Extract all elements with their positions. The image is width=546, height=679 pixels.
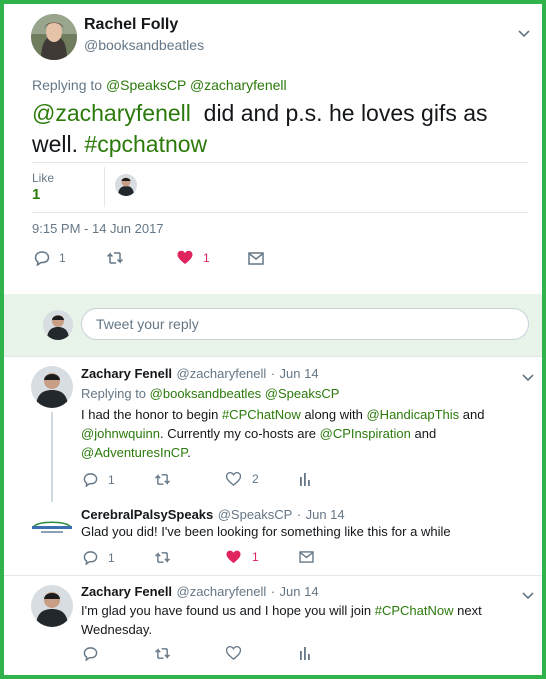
reply-count: 1 <box>59 251 66 265</box>
timestamp[interactable]: 9:15 PM - 14 Jun 2017 <box>32 221 164 236</box>
divider <box>4 356 542 357</box>
reply-icon <box>83 646 98 661</box>
reply-text: Glad you did! I've been looking for some… <box>81 524 451 539</box>
tweet-text: @zacharyfenell did and p.s. he loves gif… <box>32 100 494 157</box>
analytics-button[interactable] <box>299 472 311 486</box>
reply-date[interactable]: Jun 14 <box>306 507 345 522</box>
reply-button[interactable] <box>83 646 98 661</box>
replying-to: Replying to @booksandbeatles @SpeaksCP <box>81 386 340 401</box>
divider <box>104 167 105 207</box>
divider <box>4 575 542 576</box>
thread-connector <box>51 412 53 502</box>
reply-header: Zachary Fenell @zacharyfenell · Jun 14 <box>81 584 319 599</box>
reply-author-name[interactable]: Zachary Fenell <box>81 584 172 599</box>
tweet-detail-panel: Rachel Folly @booksandbeatles Replying t… <box>0 0 546 679</box>
analytics-button[interactable] <box>299 646 311 660</box>
like-count: 2 <box>252 472 259 486</box>
analytics-icon <box>299 646 311 660</box>
reply-icon <box>34 250 50 266</box>
like-button[interactable]: 1 <box>226 550 259 564</box>
like-count: 1 <box>252 550 259 564</box>
replying-to: Replying to @SpeaksCP @zacharyfenell <box>32 77 287 93</box>
reply-author-name[interactable]: CerebralPalsySpeaks <box>81 507 213 522</box>
retweet-button[interactable] <box>154 551 171 564</box>
retweet-icon <box>154 647 171 660</box>
reply-author-handle[interactable]: @SpeaksCP <box>218 507 293 522</box>
reply-date[interactable]: Jun 14 <box>280 366 319 381</box>
heart-icon <box>177 250 193 265</box>
like-button[interactable]: 1 <box>177 250 210 265</box>
reply-count: 1 <box>108 550 115 565</box>
reply-mention-link[interactable]: @SpeaksCP <box>265 386 340 401</box>
chevron-down-icon[interactable] <box>522 588 534 603</box>
like-button[interactable] <box>226 646 241 660</box>
reply-date[interactable]: Jun 14 <box>280 584 319 599</box>
avatar-rachel-folly[interactable] <box>31 14 77 60</box>
dm-button[interactable] <box>299 551 314 563</box>
avatar-cerebralpalsyspeaks[interactable] <box>31 511 73 541</box>
reply-count: 1 <box>108 472 115 487</box>
heart-icon <box>226 472 241 486</box>
hashtag-link[interactable]: #CPChatNow <box>222 407 301 422</box>
author-name[interactable]: Rachel Folly <box>84 16 178 34</box>
avatar-zachary-fenell[interactable] <box>31 585 73 627</box>
hashtag-link[interactable]: #cpchatnow <box>84 131 207 157</box>
like-button[interactable]: 2 <box>226 472 259 486</box>
hashtag-link[interactable]: #CPChatNow <box>375 603 454 618</box>
reply-author-handle[interactable]: @zacharyfenell <box>177 584 267 599</box>
reply-header: Zachary Fenell @zacharyfenell · Jun 14 <box>81 366 319 381</box>
retweet-icon <box>154 473 171 486</box>
chevron-down-icon[interactable] <box>518 26 530 41</box>
retweet-button[interactable] <box>106 251 124 265</box>
chevron-down-icon[interactable] <box>522 370 534 385</box>
likes-count[interactable]: 1 <box>32 186 40 203</box>
reply-icon <box>83 550 98 565</box>
retweet-icon <box>154 551 171 564</box>
reply-button[interactable]: 1 <box>83 550 115 565</box>
reply-button[interactable]: 1 <box>83 472 115 487</box>
reply-button[interactable]: 1 <box>34 250 66 266</box>
reply-mention-link[interactable]: @zacharyfenell <box>190 77 287 93</box>
mention-link[interactable]: @CPInspiration <box>320 426 411 441</box>
reply-mention-link[interactable]: @booksandbeatles <box>150 386 262 401</box>
likes-label: Like <box>32 171 55 185</box>
mention-link[interactable]: @HandicapThis <box>366 407 459 422</box>
retweet-button[interactable] <box>154 647 171 660</box>
reply-mention-link[interactable]: @SpeaksCP <box>106 77 186 93</box>
reply-author-name[interactable]: Zachary Fenell <box>81 366 172 381</box>
author-handle[interactable]: @booksandbeatles <box>84 37 204 53</box>
divider <box>32 212 528 213</box>
reply-author-handle[interactable]: @zacharyfenell <box>177 366 267 381</box>
reply-input[interactable] <box>81 308 529 340</box>
like-count: 1 <box>203 250 210 265</box>
reply-text: I'm glad you have found us and I hope yo… <box>81 603 482 637</box>
liker-avatar[interactable] <box>115 174 137 196</box>
reply-text: I had the honor to begin #CPChatNow alon… <box>81 407 485 460</box>
dm-icon <box>299 551 314 563</box>
retweet-button[interactable] <box>154 473 171 486</box>
retweet-icon <box>106 251 124 265</box>
mention-link[interactable]: @zacharyfenell <box>32 100 191 126</box>
heart-icon <box>226 550 241 564</box>
mention-link[interactable]: @johnwquinn <box>81 426 160 441</box>
dm-icon <box>248 252 264 265</box>
mention-link[interactable]: @AdventuresInCP <box>81 445 187 460</box>
dm-button[interactable] <box>248 252 264 265</box>
heart-icon <box>226 646 241 660</box>
divider <box>32 162 528 163</box>
reply-icon <box>83 472 98 487</box>
analytics-icon <box>299 472 311 486</box>
composer-avatar <box>43 310 73 340</box>
avatar-zachary-fenell[interactable] <box>31 366 73 408</box>
reply-composer <box>4 294 542 356</box>
